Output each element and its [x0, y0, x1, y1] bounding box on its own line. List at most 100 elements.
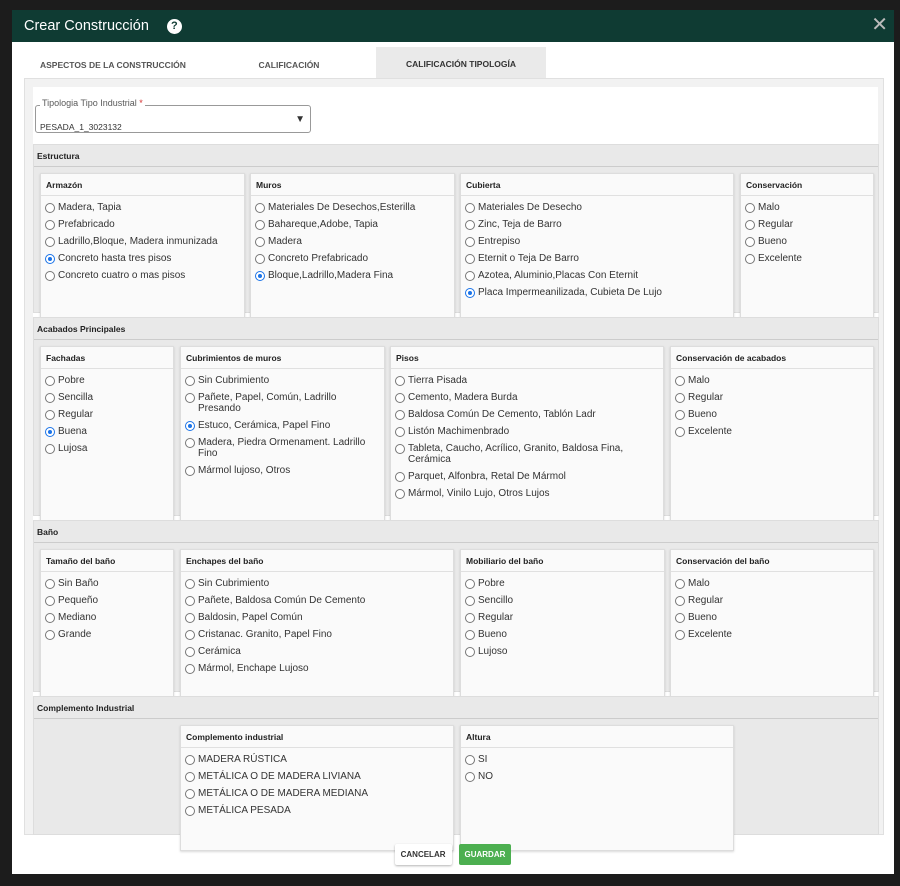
radio-button[interactable]: [185, 805, 195, 816]
radio-button[interactable]: [185, 595, 195, 606]
radio-option[interactable]: Malo: [671, 578, 873, 589]
radio-option[interactable]: Pañete, Baldosa Común De Cemento: [181, 595, 453, 606]
radio-option[interactable]: Placa Impermeanilizada, Cubieta De Lujo: [461, 287, 733, 298]
radio-button[interactable]: [45, 409, 55, 420]
radio-button[interactable]: [185, 646, 195, 657]
radio-button[interactable]: [465, 771, 475, 782]
radio-option[interactable]: Excelente: [671, 426, 873, 437]
radio-button[interactable]: [185, 754, 195, 765]
radio-option[interactable]: MADERA RÚSTICA: [181, 754, 453, 765]
save-button[interactable]: GUARDAR: [458, 844, 512, 865]
radio-button[interactable]: [465, 219, 475, 230]
radio-button[interactable]: [45, 270, 55, 281]
radio-button[interactable]: [45, 443, 55, 454]
radio-option[interactable]: Concreto cuatro o mas pisos: [41, 270, 244, 281]
radio-button[interactable]: [185, 392, 195, 403]
radio-button[interactable]: [185, 663, 195, 674]
radio-button[interactable]: [675, 612, 685, 623]
radio-button[interactable]: [395, 488, 405, 499]
radio-button[interactable]: [745, 219, 755, 230]
radio-option[interactable]: Grande: [41, 629, 173, 640]
radio-button[interactable]: [745, 236, 755, 247]
radio-button[interactable]: [395, 426, 405, 437]
radio-button[interactable]: [185, 420, 195, 431]
radio-button[interactable]: [465, 754, 475, 765]
radio-button[interactable]: [185, 437, 195, 448]
radio-option[interactable]: Bueno: [741, 236, 873, 247]
radio-option[interactable]: METÁLICA PESADA: [181, 805, 453, 816]
radio-option[interactable]: Baldosa Común De Cemento, Tablón Ladr: [391, 409, 663, 420]
radio-button[interactable]: [675, 595, 685, 606]
radio-button[interactable]: [465, 253, 475, 264]
radio-button[interactable]: [185, 578, 195, 589]
radio-option[interactable]: Buena: [41, 426, 173, 437]
radio-option[interactable]: Parquet, Alfonbra, Retal De Mármol: [391, 471, 663, 482]
radio-option[interactable]: Concreto Prefabricado: [251, 253, 454, 264]
radio-option[interactable]: METÁLICA O DE MADERA LIVIANA: [181, 771, 453, 782]
radio-option[interactable]: Malo: [671, 375, 873, 386]
radio-button[interactable]: [45, 219, 55, 230]
radio-button[interactable]: [395, 375, 405, 386]
radio-button[interactable]: [255, 270, 265, 281]
radio-button[interactable]: [675, 629, 685, 640]
radio-button[interactable]: [45, 236, 55, 247]
radio-option[interactable]: Madera: [251, 236, 454, 247]
radio-button[interactable]: [465, 270, 475, 281]
radio-option[interactable]: Lujosa: [41, 443, 173, 454]
radio-option[interactable]: Bloque,Ladrillo,Madera Fina: [251, 270, 454, 281]
radio-option[interactable]: Zinc, Teja de Barro: [461, 219, 733, 230]
radio-option[interactable]: Madera, Piedra Ormenament. Ladrillo Fino: [181, 437, 384, 459]
radio-option[interactable]: Sin Cubrimiento: [181, 578, 453, 589]
close-icon[interactable]: ✕: [871, 14, 888, 36]
radio-option[interactable]: SI: [461, 754, 733, 765]
radio-option[interactable]: Regular: [671, 392, 873, 403]
radio-option[interactable]: Baldosin, Papel Común: [181, 612, 453, 623]
radio-button[interactable]: [185, 612, 195, 623]
radio-option[interactable]: Regular: [741, 219, 873, 230]
radio-option[interactable]: Regular: [41, 409, 173, 420]
radio-option[interactable]: Tableta, Caucho, Acrílico, Granito, Bald…: [391, 443, 663, 465]
radio-option[interactable]: Mármol lujoso, Otros: [181, 465, 384, 476]
radio-button[interactable]: [45, 612, 55, 623]
radio-button[interactable]: [45, 392, 55, 403]
radio-option[interactable]: Cristanac. Granito, Papel Fino: [181, 629, 453, 640]
radio-option[interactable]: Madera, Tapia: [41, 202, 244, 213]
radio-button[interactable]: [745, 253, 755, 264]
radio-option[interactable]: Bueno: [671, 409, 873, 420]
radio-option[interactable]: Materiales De Desechos,Esterilla: [251, 202, 454, 213]
radio-button[interactable]: [465, 202, 475, 213]
radio-button[interactable]: [395, 392, 405, 403]
radio-option[interactable]: Excelente: [671, 629, 873, 640]
radio-option[interactable]: Mármol, Enchape Lujoso: [181, 663, 453, 674]
tipologia-select[interactable]: PESADA_1_3023132 ▼: [35, 105, 311, 133]
radio-option[interactable]: Tierra Pisada: [391, 375, 663, 386]
radio-button[interactable]: [45, 375, 55, 386]
radio-button[interactable]: [395, 443, 405, 454]
radio-option[interactable]: Regular: [461, 612, 664, 623]
radio-option[interactable]: Entrepiso: [461, 236, 733, 247]
radio-button[interactable]: [465, 595, 475, 606]
radio-button[interactable]: [465, 612, 475, 623]
radio-option[interactable]: Lujoso: [461, 646, 664, 657]
radio-option[interactable]: Azotea, Aluminio,Placas Con Eternit: [461, 270, 733, 281]
radio-option[interactable]: Mármol, Vinilo Lujo, Otros Lujos: [391, 488, 663, 499]
radio-option[interactable]: Materiales De Desecho: [461, 202, 733, 213]
radio-option[interactable]: Sencilla: [41, 392, 173, 403]
radio-button[interactable]: [185, 629, 195, 640]
radio-option[interactable]: Bahareque,Adobe, Tapia: [251, 219, 454, 230]
radio-button[interactable]: [745, 202, 755, 213]
radio-option[interactable]: Mediano: [41, 612, 173, 623]
radio-button[interactable]: [395, 409, 405, 420]
radio-button[interactable]: [255, 219, 265, 230]
radio-button[interactable]: [675, 392, 685, 403]
radio-button[interactable]: [185, 788, 195, 799]
radio-option[interactable]: Pobre: [41, 375, 173, 386]
radio-option[interactable]: Pobre: [461, 578, 664, 589]
radio-option[interactable]: Cerámica: [181, 646, 453, 657]
radio-button[interactable]: [465, 578, 475, 589]
radio-button[interactable]: [465, 646, 475, 657]
radio-button[interactable]: [45, 595, 55, 606]
radio-option[interactable]: Ladrillo,Bloque, Madera inmunizada: [41, 236, 244, 247]
radio-option[interactable]: Regular: [671, 595, 873, 606]
radio-option[interactable]: Concreto hasta tres pisos: [41, 253, 244, 264]
